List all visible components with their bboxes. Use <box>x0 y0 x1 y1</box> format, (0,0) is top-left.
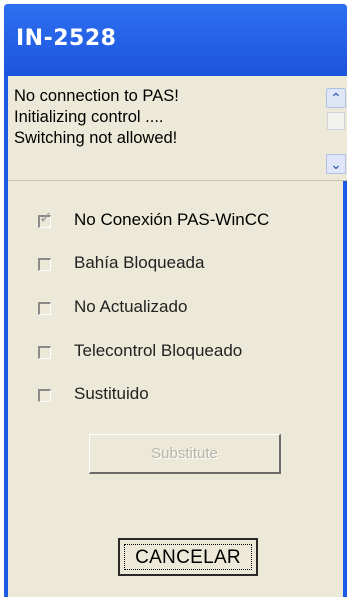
scrollbar-thumb[interactable] <box>327 112 345 130</box>
window-title: IN-2528 <box>16 26 117 51</box>
checkbox-no-conexion[interactable]: ✓ <box>38 211 52 228</box>
chevron-down-icon[interactable]: ⌄ <box>326 154 346 174</box>
message-scrollbar[interactable]: ⌃ ⌄ <box>324 82 346 180</box>
option-label: Bahía Bloqueada <box>74 253 205 272</box>
message-text: No connection to PAS! Initializing contr… <box>14 86 179 149</box>
option-label: No Actualizado <box>74 297 188 316</box>
option-label: Telecontrol Bloqueado <box>74 341 243 360</box>
message-line: Switching not allowed! <box>14 129 178 147</box>
checkbox-no-actualizado[interactable] <box>38 302 51 315</box>
option-label: Sustituido <box>74 384 149 403</box>
option-no-conexion[interactable]: ✓ No Conexión PAS-WinCC <box>8 208 347 238</box>
checkbox-bahia-bloqueada[interactable] <box>38 258 51 271</box>
option-no-actualizado[interactable]: No Actualizado <box>8 295 347 325</box>
message-line: No connection to PAS! <box>14 87 179 105</box>
check-mark-icon: ✓ <box>39 210 53 227</box>
title-bar[interactable]: IN-2528 <box>4 4 347 76</box>
message-line: Initializing control .... <box>14 108 164 126</box>
cancel-button[interactable]: CANCELAR <box>118 538 258 576</box>
option-label: No Conexión PAS-WinCC <box>74 210 270 229</box>
option-bahia-bloqueada[interactable]: Bahía Bloqueada <box>8 251 347 281</box>
checkbox-sustituido[interactable] <box>38 389 51 402</box>
option-sustituido[interactable]: Sustituido <box>8 382 347 412</box>
message-list[interactable]: No connection to PAS! Initializing contr… <box>8 76 347 181</box>
dialog-window: IN-2528 No connection to PAS! Initializi… <box>4 4 347 597</box>
dialog-body: No connection to PAS! Initializing contr… <box>8 76 347 597</box>
substitute-button[interactable]: Substitute <box>89 434 281 474</box>
cancel-button-label: CANCELAR <box>124 544 252 570</box>
option-telecontrol-bloqueado[interactable]: Telecontrol Bloqueado <box>8 339 347 369</box>
checkbox-telecontrol-bloqueado[interactable] <box>38 346 51 359</box>
chevron-up-icon[interactable]: ⌃ <box>326 88 346 108</box>
